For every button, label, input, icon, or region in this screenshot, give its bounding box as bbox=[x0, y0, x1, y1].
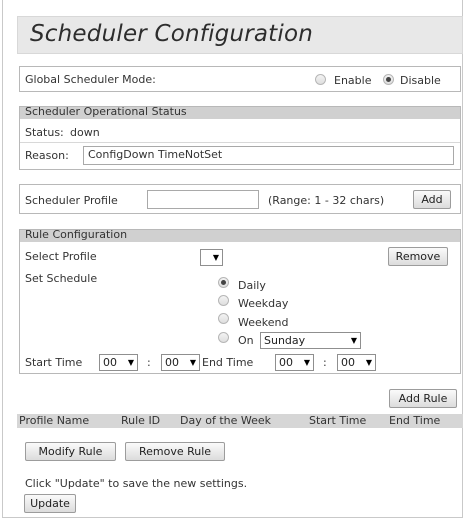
day-dropdown[interactable]: Sunday ▼ bbox=[260, 332, 361, 349]
reason-field: ConfigDown TimeNotSet bbox=[83, 146, 454, 165]
profile-label: Scheduler Profile bbox=[25, 194, 118, 207]
start-min-dropdown[interactable]: 00 ▼ bbox=[161, 354, 200, 371]
reason-divider bbox=[20, 142, 460, 143]
start-hour-value: 00 bbox=[103, 356, 117, 369]
chevron-down-icon: ▼ bbox=[303, 358, 310, 367]
profile-input[interactable] bbox=[147, 190, 259, 209]
chevron-down-icon: ▼ bbox=[365, 358, 372, 367]
schedule-radio-on[interactable] bbox=[218, 332, 229, 343]
chevron-down-icon: ▼ bbox=[212, 253, 219, 262]
enable-radio[interactable] bbox=[315, 74, 326, 85]
reason-value: ConfigDown TimeNotSet bbox=[88, 148, 223, 161]
column-header-rule-id: Rule ID bbox=[121, 414, 161, 427]
schedule-radio-daily[interactable] bbox=[218, 277, 229, 288]
disable-label[interactable]: Disable bbox=[400, 74, 441, 87]
status-header: Scheduler Operational Status bbox=[20, 105, 460, 119]
page-title: Scheduler Configuration bbox=[30, 21, 314, 47]
column-header-day-of-week: Day of the Week bbox=[180, 414, 272, 427]
global-mode-box: Global Scheduler Mode: Enable Disable bbox=[19, 66, 461, 92]
status-label: Status: bbox=[25, 126, 64, 139]
select-profile-label: Select Profile bbox=[25, 250, 97, 263]
schedule-option-daily[interactable]: Daily bbox=[238, 279, 266, 292]
rule-config-box: Rule Configuration Select Profile ▼ Remo… bbox=[19, 228, 461, 374]
rules-table-header: Profile Name Rule ID Day of the Week Sta… bbox=[17, 414, 463, 428]
end-hour-value: 00 bbox=[279, 356, 293, 369]
disable-radio[interactable] bbox=[383, 74, 394, 85]
schedule-option-weekend[interactable]: Weekend bbox=[238, 316, 288, 329]
remove-profile-button[interactable]: Remove bbox=[388, 247, 448, 266]
end-hour-dropdown[interactable]: 00 ▼ bbox=[275, 354, 314, 371]
title-bar: Scheduler Configuration bbox=[17, 16, 463, 54]
column-header-start-time: Start Time bbox=[309, 414, 367, 427]
update-button[interactable]: Update bbox=[24, 494, 76, 513]
start-time-separator: : bbox=[147, 356, 151, 369]
status-box: Scheduler Operational Status Status: dow… bbox=[19, 105, 461, 170]
schedule-option-weekday[interactable]: Weekday bbox=[238, 297, 288, 310]
end-time-separator: : bbox=[323, 356, 327, 369]
set-schedule-label: Set Schedule bbox=[25, 272, 98, 285]
start-time-label: Start Time bbox=[25, 356, 83, 369]
add-profile-button[interactable]: Add bbox=[413, 190, 451, 209]
rule-config-header-label: Rule Configuration bbox=[25, 228, 128, 241]
end-min-dropdown[interactable]: 00 ▼ bbox=[337, 354, 376, 371]
status-value: down bbox=[70, 126, 100, 139]
end-min-value: 00 bbox=[341, 356, 355, 369]
schedule-radio-weekday[interactable] bbox=[218, 295, 229, 306]
reason-label: Reason: bbox=[25, 149, 69, 162]
remove-rule-button[interactable]: Remove Rule bbox=[125, 442, 225, 461]
chevron-down-icon: ▼ bbox=[189, 358, 196, 367]
chevron-down-icon: ▼ bbox=[350, 336, 357, 345]
select-profile-dropdown[interactable]: ▼ bbox=[200, 249, 223, 266]
end-time-label: End Time bbox=[202, 356, 254, 369]
schedule-radio-weekend[interactable] bbox=[218, 313, 229, 324]
start-hour-dropdown[interactable]: 00 ▼ bbox=[99, 354, 138, 371]
day-value: Sunday bbox=[264, 334, 306, 347]
column-header-end-time: End Time bbox=[389, 414, 441, 427]
profile-range-hint: (Range: 1 - 32 chars) bbox=[268, 194, 385, 207]
start-min-value: 00 bbox=[165, 356, 179, 369]
profile-box: Scheduler Profile (Range: 1 - 32 chars) … bbox=[19, 184, 461, 214]
update-hint: Click "Update" to save the new settings. bbox=[25, 477, 248, 490]
global-mode-label: Global Scheduler Mode: bbox=[25, 73, 156, 86]
status-header-label: Scheduler Operational Status bbox=[25, 105, 187, 118]
rule-config-header: Rule Configuration bbox=[20, 228, 460, 242]
add-rule-button[interactable]: Add Rule bbox=[389, 389, 457, 408]
schedule-option-on[interactable]: On bbox=[238, 334, 254, 347]
modify-rule-button[interactable]: Modify Rule bbox=[25, 442, 116, 461]
column-header-profile-name: Profile Name bbox=[19, 414, 90, 427]
chevron-down-icon: ▼ bbox=[127, 358, 134, 367]
enable-label[interactable]: Enable bbox=[334, 74, 371, 87]
